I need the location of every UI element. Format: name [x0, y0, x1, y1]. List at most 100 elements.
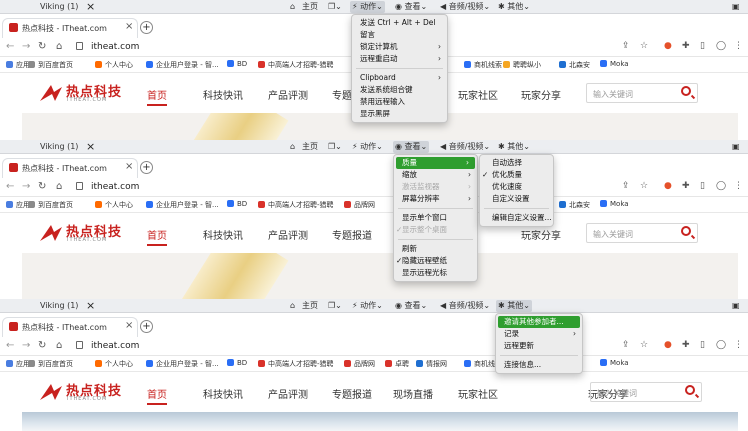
sidebar-icon[interactable]: ▯	[700, 181, 705, 191]
bookmark-item[interactable]: 应用	[6, 200, 30, 210]
home-icon[interactable]: ⌂	[56, 181, 62, 192]
nav-share[interactable]: 玩家分享	[521, 87, 561, 102]
menu-record[interactable]: 记录 ›	[496, 328, 582, 340]
screens-icon[interactable]: ❐⌄	[328, 2, 342, 11]
extension-icon[interactable]: ●	[664, 41, 672, 51]
bookmark-item[interactable]: 中高端人才招聘-猎聘	[258, 60, 334, 70]
bookmark-item[interactable]: 中高端人才招聘-猎聘	[258, 359, 334, 369]
tab-close-icon[interactable]: ×	[125, 21, 133, 32]
back-icon[interactable]: ←	[6, 181, 14, 192]
search-box[interactable]: 输入关键词	[586, 223, 698, 243]
sidebar-icon[interactable]: ▯	[700, 41, 705, 51]
menu-activate-monitor[interactable]: 激活监视器 ›	[394, 181, 477, 193]
menu-show-remote-cursor[interactable]: 显示远程光标	[394, 267, 477, 279]
toolbar-home[interactable]: 主页	[300, 141, 320, 153]
quality-edit-custom[interactable]: 编辑自定义设置...	[480, 212, 553, 224]
bookmark-item[interactable]: 情报网	[416, 359, 447, 369]
nav-home[interactable]: 首页	[147, 227, 167, 246]
tab-close-icon[interactable]: ×	[125, 320, 133, 331]
nav-reviews[interactable]: 产品评测	[268, 227, 308, 242]
bookmark-item[interactable]: 北森安	[559, 200, 590, 210]
bookmark-item[interactable]: 品牌网	[344, 200, 375, 210]
quality-optimize-quality[interactable]: ✓ 优化质量	[480, 169, 553, 181]
back-icon[interactable]: ←	[6, 340, 14, 351]
toolbar-av[interactable]: ◀ 音频/视频⌄	[438, 1, 492, 13]
toolbar-action[interactable]: ⚡ 动作⌄	[350, 141, 385, 153]
bookmark-item[interactable]: 商机线索	[464, 60, 502, 70]
share-icon[interactable]: ⇪	[622, 181, 630, 191]
forward-icon[interactable]: →	[22, 41, 30, 52]
nav-community[interactable]: 玩家社区	[458, 87, 498, 102]
search-icon[interactable]	[681, 226, 691, 236]
browser-tab[interactable]: 热点科技 - ITheat.com ×	[2, 18, 138, 38]
search-input[interactable]: 输入关键词	[597, 388, 637, 399]
nav-home[interactable]: 首页	[147, 87, 167, 106]
bookmark-item[interactable]: 卓聘	[385, 359, 409, 369]
share-icon[interactable]: ⇪	[622, 41, 630, 51]
nav-news[interactable]: 科技快讯	[203, 386, 243, 401]
tab-close-icon[interactable]: ×	[125, 161, 133, 172]
nav-topics[interactable]: 专题报道	[332, 227, 372, 242]
bookmark-item[interactable]: 企业用户登录 - 智...	[146, 359, 219, 369]
puzzle-icon[interactable]: ✚	[682, 181, 690, 191]
new-tab-button[interactable]: +	[140, 320, 153, 333]
nav-live[interactable]: 现场直播	[393, 386, 433, 401]
reload-icon[interactable]: ↻	[38, 41, 46, 52]
menu-icon[interactable]: ⋮	[734, 340, 743, 350]
screens-icon[interactable]: ❐⌄	[328, 301, 342, 310]
nav-news[interactable]: 科技快讯	[203, 87, 243, 102]
screens-icon[interactable]: ❐⌄	[328, 142, 342, 151]
menu-disable-input[interactable]: 禁用远程输入	[352, 96, 447, 108]
fullscreen-icon[interactable]: ▣	[732, 301, 740, 310]
nav-share[interactable]: 玩家分享	[521, 227, 561, 242]
browser-tab[interactable]: 热点科技 - ITheat.com ×	[2, 158, 138, 178]
menu-remote-restart[interactable]: 远程重启动 ›	[352, 53, 447, 65]
fullscreen-icon[interactable]: ▣	[732, 142, 740, 151]
share-icon[interactable]: ⇪	[622, 340, 630, 350]
menu-refresh[interactable]: 刷新	[394, 243, 477, 255]
menu-invite-participants[interactable]: 邀请其他参加者...	[498, 316, 580, 328]
bookmark-item[interactable]: Moka	[600, 200, 629, 208]
bookmark-item[interactable]: 个人中心	[95, 60, 133, 70]
quality-auto[interactable]: 自动选择	[480, 157, 553, 169]
toolbar-home[interactable]: 主页	[300, 1, 320, 13]
quality-custom[interactable]: 自定义设置	[480, 193, 553, 205]
bookmark-item[interactable]: BD	[227, 359, 247, 367]
star-icon[interactable]: ☆	[640, 41, 648, 51]
bookmark-item[interactable]: 个人中心	[95, 359, 133, 369]
toolbar-action[interactable]: ⚡ 动作⌄	[350, 1, 385, 13]
nav-reviews[interactable]: 产品评测	[268, 87, 308, 102]
star-icon[interactable]: ☆	[640, 340, 648, 350]
menu-hide-wallpaper[interactable]: ✓ 隐藏远程壁纸	[394, 255, 477, 267]
bookmark-item[interactable]: 应用	[6, 359, 30, 369]
bookmark-item[interactable]: 品牌网	[344, 359, 375, 369]
close-icon[interactable]: ×	[86, 299, 95, 312]
nav-news[interactable]: 科技快讯	[203, 227, 243, 242]
bookmark-item[interactable]: 个人中心	[95, 200, 133, 210]
close-icon[interactable]: ×	[86, 140, 95, 153]
bookmark-item[interactable]: BD	[227, 200, 247, 208]
star-icon[interactable]: ☆	[640, 181, 648, 191]
reload-icon[interactable]: ↻	[38, 181, 46, 192]
search-icon[interactable]	[685, 385, 695, 395]
browser-tab[interactable]: 热点科技 - ITheat.com ×	[2, 317, 138, 337]
bookmark-item[interactable]: 企业用户登录 - 智...	[146, 60, 219, 70]
menu-resolution[interactable]: 屏幕分辨率 ›	[394, 193, 477, 205]
url-field[interactable]: itheat.com	[91, 341, 139, 351]
extension-icon[interactable]: ●	[664, 340, 672, 350]
toolbar-av[interactable]: ◀ 音频/视频⌄	[438, 300, 492, 312]
toolbar-view[interactable]: ◉ 查看⌄	[393, 300, 429, 312]
quality-optimize-speed[interactable]: 优化速度	[480, 181, 553, 193]
new-tab-button[interactable]: +	[140, 21, 153, 34]
new-tab-button[interactable]: +	[140, 161, 153, 174]
toolbar-home[interactable]: 主页	[300, 300, 320, 312]
profile-icon[interactable]: ◯	[716, 41, 726, 51]
menu-icon[interactable]: ⋮	[734, 41, 743, 51]
search-input[interactable]: 输入关键词	[593, 229, 633, 240]
bookmark-item[interactable]: 企业用户登录 - 智...	[146, 200, 219, 210]
sidebar-icon[interactable]: ▯	[700, 340, 705, 350]
menu-send-cad[interactable]: 发送 Ctrl + Alt + Del	[352, 17, 447, 29]
close-icon[interactable]: ×	[86, 0, 95, 13]
profile-icon[interactable]: ◯	[716, 340, 726, 350]
bookmark-item[interactable]: 中高端人才招聘-猎聘	[258, 200, 334, 210]
